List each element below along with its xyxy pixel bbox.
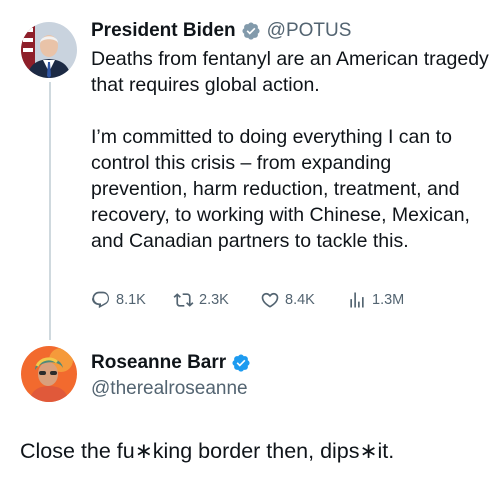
reply-count: 8.1K bbox=[116, 292, 146, 308]
view-count: 1.3M bbox=[372, 292, 405, 308]
post-actions: 8.1K 2.3K 8.4K 1.3M bbox=[91, 289, 404, 311]
avatar[interactable] bbox=[21, 22, 77, 78]
post-paragraph: Deaths from fentanyl are an American tra… bbox=[91, 48, 489, 96]
repost-count: 2.3K bbox=[199, 292, 229, 308]
post-text: Close the fu∗king border then, dips∗it. bbox=[20, 439, 395, 463]
views-button[interactable]: 1.3M bbox=[347, 290, 404, 310]
thread-connector-line bbox=[49, 82, 51, 340]
verified-blue-badge-icon bbox=[231, 353, 251, 373]
repost-icon bbox=[173, 293, 194, 307]
like-count: 8.4K bbox=[285, 292, 315, 308]
repost-button[interactable]: 2.3K bbox=[173, 290, 260, 310]
author-handle[interactable]: @therealroseanne bbox=[91, 378, 248, 400]
like-icon bbox=[261, 292, 279, 308]
reply-button[interactable]: 8.1K bbox=[91, 290, 173, 310]
author-handle[interactable]: @POTUS bbox=[267, 20, 352, 42]
verified-gray-badge-icon bbox=[241, 21, 261, 41]
avatar[interactable] bbox=[21, 346, 77, 402]
author-name[interactable]: Roseanne Barr bbox=[91, 352, 226, 374]
views-icon bbox=[350, 292, 364, 308]
like-button[interactable]: 8.4K bbox=[260, 290, 347, 310]
reply-icon bbox=[91, 291, 110, 309]
author-name[interactable]: President Biden bbox=[91, 20, 236, 42]
post-text: Deaths from fentanyl are an American tra… bbox=[91, 46, 491, 254]
post-paragraph: I’m committed to doing everything I can … bbox=[91, 126, 470, 252]
